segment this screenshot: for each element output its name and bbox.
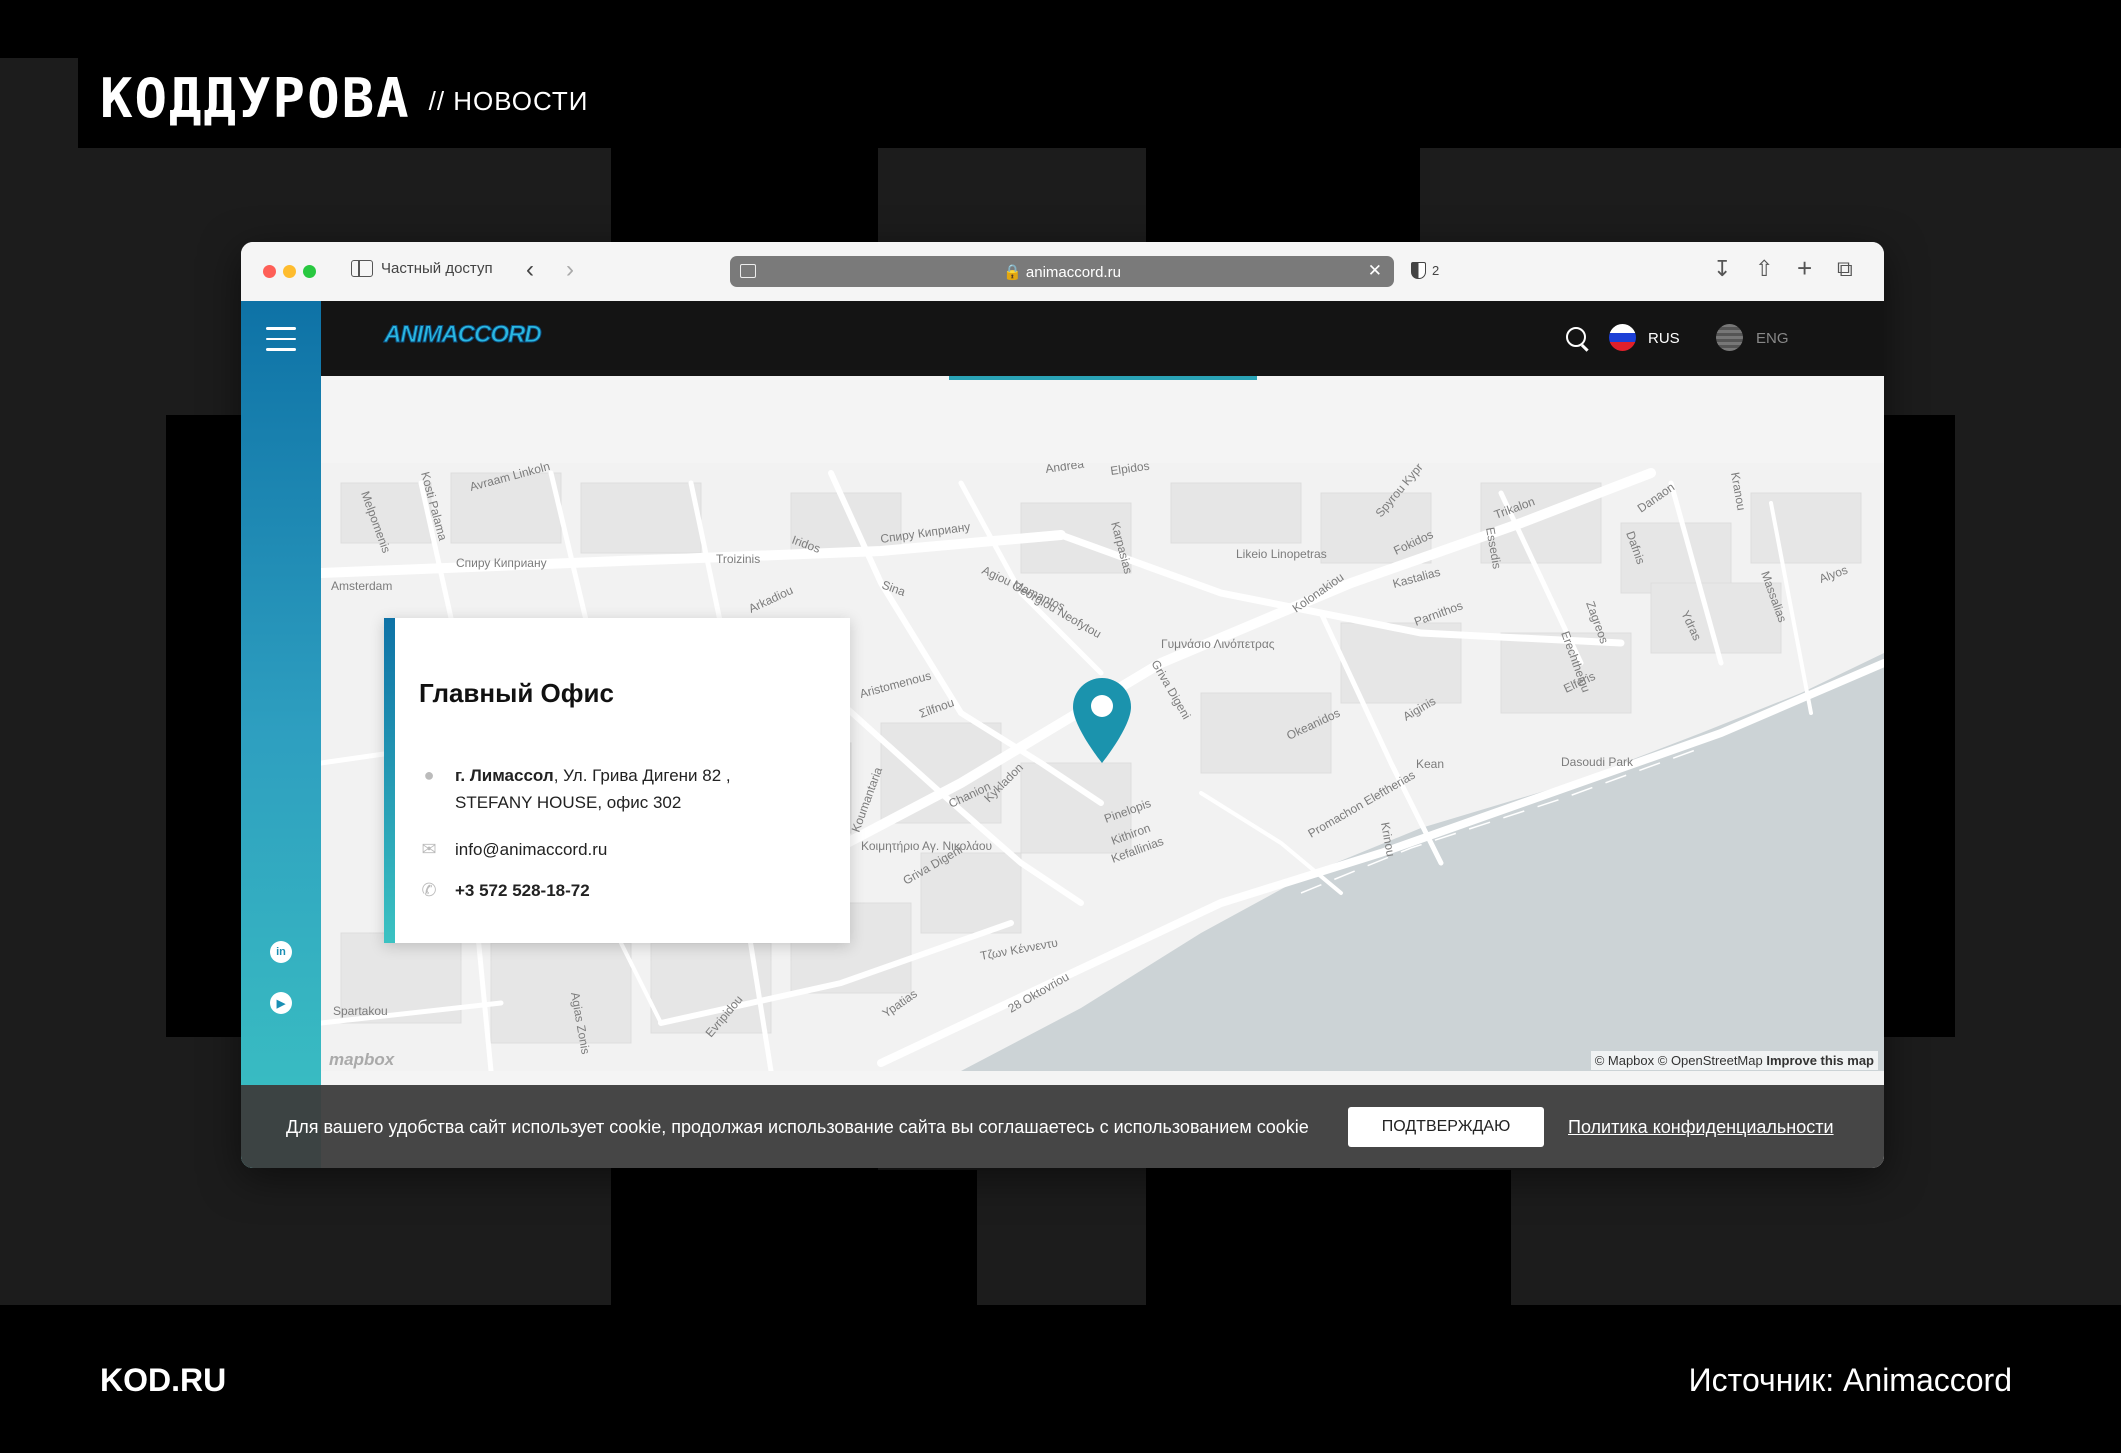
cookie-banner: Для вашего удобства сайт использует cook… [241,1085,1884,1168]
brand-header: КОДДУРОВА // НОВОСТИ [100,72,588,126]
footer-source: Источник: Animaccord [1688,1362,2012,1398]
brand-section: // НОВОСТИ [428,85,589,116]
site-sidebar: in ▶ [241,301,321,1168]
office-email[interactable]: info@animaccord.ru [455,836,607,863]
map-street-label: Dasoudi Park [1561,755,1634,769]
office-phone[interactable]: +3 572 528-18-72 [455,877,590,904]
site-header: ANIMACCORD RUS ENG [321,301,1884,376]
office-card: Главный Офис ● г. Лимассол, Ул. Грива Ди… [384,618,850,943]
page-menu-icon[interactable] [740,264,756,278]
linkedin-icon[interactable]: in [270,941,292,963]
office-title: Главный Офис [419,678,614,708]
forward-button[interactable]: › [566,258,574,282]
url-text: 🔒 animaccord.ru [1003,263,1121,281]
improve-map-link[interactable]: Improve this map [1766,1053,1874,1068]
back-button[interactable]: ‹ [526,258,534,282]
bg-block [0,58,78,1308]
minimize-window-button[interactable] [283,265,296,278]
map-attribution: © Mapbox © OpenStreetMap Improve this ma… [1590,1051,1878,1070]
youtube-icon[interactable]: ▶ [270,992,292,1014]
share-icon[interactable]: ⇧ [1755,258,1773,280]
card-accent [384,618,395,943]
map-street-label: Κοιμητήριο Αγ. Νικολάου [861,839,992,853]
brand-logo: КОДДУРОВА [100,67,411,130]
map-street-label: Likeio Linopetras [1236,547,1327,561]
map-street-label: Spartakou [333,1004,388,1018]
flag-ru-icon[interactable] [1609,324,1636,351]
clear-url-icon[interactable]: ✕ [1368,261,1382,281]
office-phone-row: ✆ +3 572 528-18-72 [419,877,590,904]
lang-eng[interactable]: ENG [1756,330,1789,347]
section-accent [949,376,1257,380]
attribution-text[interactable]: © Mapbox © OpenStreetMap [1595,1053,1763,1068]
sidebar-toggle[interactable]: Частный доступ [351,260,493,277]
browser-titlebar: Частный доступ ‹ › 🔒 animaccord.ru ✕ 2 ↧… [241,242,1884,302]
downloads-icon[interactable]: ↧ [1713,258,1731,280]
cookie-text: Для вашего удобства сайт использует cook… [286,1117,1309,1137]
map-section: Спиру Киприану Спиру Киприану Griva Dige… [321,376,1884,1167]
flag-en-icon[interactable] [1716,324,1743,351]
sidebar-icon [351,260,373,277]
browser-window: Частный доступ ‹ › 🔒 animaccord.ru ✕ 2 ↧… [241,242,1884,1168]
office-address-line1: , Ул. Грива Дигени 82 , [553,766,731,785]
location-icon: ● [423,765,435,785]
address-bar[interactable]: 🔒 animaccord.ru ✕ [730,256,1394,287]
search-icon[interactable] [1566,327,1586,347]
privacy-policy-link[interactable]: Политика конфиденциальности [1568,1117,1834,1138]
office-address-line2: STEFANY HOUSE, офис 302 [455,793,682,812]
bg-block [1243,1170,1511,1308]
map-street-label: Troizinis [716,552,760,566]
office-city: г. Лимассол [455,766,554,785]
tab-overview-icon[interactable]: ⧉ [1837,258,1853,280]
map-street-label: Amsterdam [331,579,392,593]
shield-count: 2 [1432,263,1440,278]
close-window-button[interactable] [263,265,276,278]
private-mode-label: Частный доступ [381,260,493,277]
map-street-label: Kean [1416,757,1444,771]
office-email-row: ✉ info@animaccord.ru [419,836,607,863]
phone-icon: ✆ [421,880,437,900]
map-street-label: Спиру Киприану [456,556,547,570]
new-tab-icon[interactable]: + [1797,255,1812,281]
lang-rus[interactable]: RUS [1648,330,1680,347]
bg-block [611,148,878,243]
mapbox-logo[interactable]: mapbox [329,1050,394,1070]
bg-block [1146,148,1420,243]
map-street-label: Γυμνάσιο Λινόπετρας [1161,637,1275,651]
mail-icon: ✉ [421,839,437,859]
footer-site: KOD.RU [100,1362,227,1398]
site-logo[interactable]: ANIMACCORD [384,321,543,349]
menu-icon[interactable] [266,327,296,359]
cookie-accept-button[interactable]: ПОДТВЕРЖДАЮ [1348,1107,1544,1147]
privacy-report[interactable]: 2 [1411,262,1439,279]
bg-block [700,1170,977,1308]
office-address: ● г. Лимассол, Ул. Грива Дигени 82 , STE… [419,762,731,816]
shield-icon [1411,262,1426,279]
zoom-window-button[interactable] [303,265,316,278]
